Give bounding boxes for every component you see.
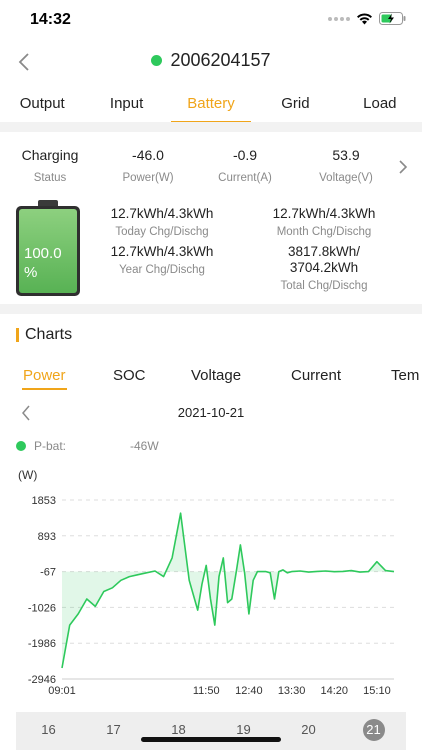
x-tick-label: 13:30 — [278, 685, 306, 697]
chart-legend: P-bat: -46W — [16, 436, 159, 456]
status-bar: 14:32 — [0, 0, 422, 44]
tab-battery[interactable]: Battery — [169, 86, 253, 123]
battery-soc-value: 100.0 — [24, 245, 62, 262]
status-time: 14:32 — [30, 11, 71, 28]
y-tick-label: 1853 — [32, 495, 56, 507]
y-tick-label: -1986 — [28, 638, 56, 650]
current-date[interactable]: 2021-10-21 — [0, 405, 422, 420]
tab-load[interactable]: Load — [338, 86, 422, 120]
status-icons — [328, 12, 406, 25]
today-energy-value: 12.7kWh/4.3kWh — [110, 206, 214, 221]
tab-input[interactable]: Input — [84, 86, 168, 120]
total-energy-value-2: 3704.2kWh — [289, 260, 359, 275]
power-label: Power(W) — [122, 172, 174, 184]
charts-header: Charts — [16, 324, 72, 346]
device-title: 2006204157 — [0, 50, 422, 71]
series-area — [62, 513, 394, 668]
x-tick-label: 11:50 — [193, 685, 220, 697]
chart-tabs: Power SOC Voltage Current Tem — [0, 362, 422, 392]
status-stat: Charging Status — [12, 147, 88, 184]
y-tick-label: -1026 — [28, 602, 56, 614]
battery-soc-unit: % — [24, 264, 38, 281]
battery-summary[interactable]: Charging Status -46.0 Power(W) -0.9 Curr… — [0, 147, 422, 191]
month-energy: 12.7kWh/4.3kWh Month Chg/Dischg — [258, 206, 390, 238]
battery-soc-text: 100.0 % — [24, 244, 62, 282]
chevron-right-icon[interactable] — [398, 159, 408, 175]
month-energy-label: Month Chg/Dischg — [276, 226, 372, 238]
day-strip: 16 17 18 19 20 21 — [16, 712, 406, 750]
charts-title: Charts — [25, 326, 73, 343]
date-selector: 2021-10-21 — [0, 400, 422, 426]
x-tick-label: 15:10 — [363, 685, 391, 697]
chart-tab-voltage[interactable]: Voltage — [191, 367, 241, 384]
day-item[interactable]: 19 — [211, 712, 276, 750]
battery-charging-icon — [379, 12, 406, 25]
status-value: Charging — [21, 147, 79, 163]
y-axis-unit-label: (W) — [18, 468, 37, 482]
power-chart[interactable]: (W)1853893-67-1026-1986-294609:01 11:50 12… — [0, 462, 422, 702]
tab-output[interactable]: Output — [0, 86, 84, 120]
divider — [0, 122, 422, 132]
total-energy-value-1: 3817.8kWh/ — [287, 244, 361, 259]
wifi-icon — [357, 13, 372, 25]
section-accent-bar — [16, 328, 19, 342]
chart-tab-power[interactable]: Power — [22, 367, 67, 390]
legend-series-value: -46W — [130, 439, 159, 453]
voltage-label: Voltage(V) — [319, 172, 373, 184]
today-energy: 12.7kWh/4.3kWh Today Chg/Dischg — [96, 206, 228, 238]
chart-tab-current[interactable]: Current — [291, 367, 341, 384]
main-tabs: Output Input Battery Grid Load — [0, 86, 422, 123]
status-label: Status — [33, 172, 67, 184]
year-energy: 12.7kWh/4.3kWh Year Chg/Dischg — [96, 244, 228, 276]
y-tick-label: 893 — [38, 531, 56, 543]
signal-icon — [328, 16, 350, 21]
tab-grid[interactable]: Grid — [253, 86, 337, 120]
battery-soc-graphic: 100.0 % — [16, 200, 80, 296]
device-serial: 2006204157 — [170, 50, 271, 70]
year-energy-value: 12.7kWh/4.3kWh — [110, 244, 214, 259]
home-indicator — [141, 737, 281, 742]
online-status-icon — [151, 55, 163, 66]
voltage-value: 53.9 — [332, 147, 360, 163]
divider — [0, 304, 422, 314]
day-item[interactable]: 20 — [276, 712, 341, 750]
nav-bar: 2006204157 — [0, 44, 422, 80]
day-item[interactable]: 16 — [16, 712, 81, 750]
power-value: -46.0 — [132, 147, 164, 163]
current-stat: -0.9 Current(A) — [205, 147, 285, 184]
x-tick-label: 12:40 — [235, 685, 263, 697]
y-tick-label: -67 — [40, 567, 56, 579]
x-tick-label: 14:20 — [320, 685, 348, 697]
total-energy: 3817.8kWh/ 3704.2kWh Total Chg/Dischg — [258, 244, 390, 292]
day-item-selected[interactable]: 21 — [341, 712, 406, 750]
x-tick-label: 09:01 — [48, 685, 76, 697]
day-item[interactable]: 17 — [81, 712, 146, 750]
today-energy-label: Today Chg/Dischg — [115, 226, 209, 238]
power-stat: -46.0 Power(W) — [108, 147, 188, 184]
voltage-stat: 53.9 Voltage(V) — [304, 147, 388, 184]
current-label: Current(A) — [218, 172, 272, 184]
month-energy-value: 12.7kWh/4.3kWh — [272, 206, 376, 221]
day-item[interactable]: 18 — [146, 712, 211, 750]
legend-series-name: P-bat: — [34, 439, 67, 453]
current-value: -0.9 — [232, 147, 258, 163]
total-energy-label: Total Chg/Dischg — [280, 280, 368, 292]
year-energy-label: Year Chg/Dischg — [119, 264, 205, 276]
chart-tab-soc[interactable]: SOC — [113, 367, 146, 384]
chart-tab-temperature[interactable]: Tem — [391, 367, 419, 384]
legend-dot-icon — [16, 441, 26, 451]
